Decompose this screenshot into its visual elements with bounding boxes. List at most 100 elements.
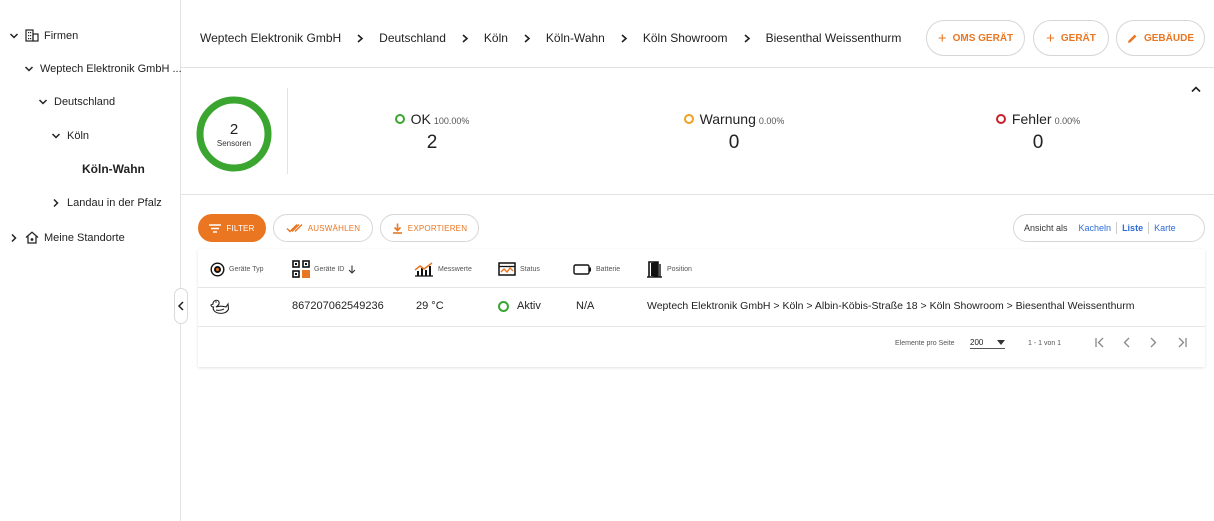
sensor-label: Sensoren [216, 138, 252, 148]
last-page-icon[interactable] [1176, 337, 1188, 348]
breadcrumb-item[interactable]: Weptech Elektronik GmbH [200, 31, 341, 45]
dropdown-arrow-icon [997, 340, 1006, 345]
sidebar-item-meine-standorte[interactable]: Meine Standorte [9, 231, 125, 244]
edit-building-label: GEBÄUDE [1143, 32, 1194, 44]
position-value: Weptech Elektronik GmbH > Köln > Albin-K… [647, 300, 1135, 312]
active-status-icon [498, 300, 509, 312]
sidebar-item-label: Köln-Wahn [82, 162, 145, 176]
device-type-icon [210, 261, 225, 277]
breadcrumb-item[interactable]: Köln [484, 31, 508, 45]
column-header-id[interactable]: Geräte ID [292, 259, 360, 279]
first-page-icon[interactable] [1094, 337, 1106, 348]
next-page-icon[interactable] [1148, 337, 1158, 348]
divider [287, 88, 288, 174]
column-header-status[interactable]: Status [498, 259, 540, 279]
sensor-count: 2 [229, 120, 239, 138]
column-header-label: Messwerte [438, 265, 472, 273]
duck-icon [210, 297, 230, 318]
sidebar-item-landau[interactable]: Landau in der Pfalz [51, 197, 162, 209]
view-option-karte[interactable]: Karte [1149, 223, 1181, 233]
select-label: AUSWÄHLEN [307, 223, 361, 233]
chevron-right-icon [620, 33, 628, 43]
download-icon [392, 223, 402, 234]
column-header-label: Status [520, 265, 540, 273]
export-button[interactable]: EXPORTIEREN [380, 214, 479, 242]
filter-label: FILTER [226, 223, 255, 233]
edit-building-button[interactable]: GEBÄUDE [1116, 20, 1205, 56]
devices-table: Geräte Typ Geräte ID Messwerte Status Ba… [198, 249, 1205, 367]
sort-arrow-down-icon[interactable] [348, 265, 356, 274]
chevron-down-icon [51, 131, 61, 141]
building-icon [25, 29, 39, 42]
breadcrumb-item[interactable]: Biesenthal Weissenthurm [766, 31, 902, 45]
header: Weptech Elektronik GmbH Deutschland Köln… [181, 0, 1214, 68]
column-header-type[interactable]: Geräte Typ [210, 259, 264, 279]
error-status-icon [995, 114, 1006, 124]
sidebar-item-koeln-wahn[interactable]: Köln-Wahn [82, 162, 145, 176]
column-header-label: Position [667, 265, 692, 273]
sidebar-item-label: Deutschland [54, 96, 116, 108]
add-oms-device-label: OMS GERÄT [952, 32, 1014, 44]
previous-page-icon[interactable] [1122, 337, 1132, 348]
breadcrumb-item[interactable]: Deutschland [379, 31, 446, 45]
status-cell: Aktiv [498, 300, 541, 312]
export-label: EXPORTIEREN [407, 223, 468, 233]
stat-ok-percent: 100.00% [433, 116, 470, 126]
stats-panel: 2 Sensoren OK 100.00% 2 Warnung 0.00% 0 … [181, 69, 1214, 195]
view-option-kacheln[interactable]: Kacheln [1074, 223, 1117, 233]
sidebar-collapse-button[interactable] [174, 288, 188, 324]
sidebar-item-deutschland[interactable]: Deutschland [38, 96, 115, 108]
chevron-down-icon [9, 31, 19, 41]
chevron-left-icon [177, 301, 184, 311]
chevron-right-icon [461, 33, 469, 43]
qr-code-icon [292, 260, 310, 278]
door-icon [647, 260, 662, 278]
battery-icon [573, 263, 591, 275]
sidebar-item-koeln[interactable]: Köln [51, 130, 89, 142]
measurement-value: 29 °C [416, 300, 444, 312]
breadcrumb-item[interactable]: Köln-Wahn [546, 31, 605, 45]
items-per-page-select[interactable]: 200 [970, 338, 1006, 349]
stat-warning-percent: 0.00% [758, 116, 785, 126]
warning-status-icon [683, 114, 694, 124]
stat-error-percent: 0.00% [1054, 116, 1081, 126]
chart-icon [414, 261, 433, 277]
chevron-right-icon [523, 33, 531, 43]
sidebar-item-label: Köln [67, 130, 90, 142]
device-id[interactable]: 867207062549236 [292, 300, 384, 312]
status-monitor-icon [498, 262, 516, 276]
view-option-liste[interactable]: Liste [1117, 223, 1148, 233]
chevron-right-icon [9, 233, 19, 243]
chevron-right-icon [743, 33, 751, 43]
stat-error: Fehler 0.00% 0 [963, 111, 1113, 154]
stat-warning-label: Warnung [699, 111, 756, 127]
column-header-battery[interactable]: Batterie [573, 259, 620, 279]
table-row[interactable]: 867207062549236 29 °C Aktiv N/A Weptech … [198, 287, 1205, 327]
column-header-values[interactable]: Messwerte [414, 259, 472, 279]
column-header-position[interactable]: Position [647, 259, 692, 279]
add-oms-device-button[interactable]: + OMS GERÄT [926, 20, 1025, 56]
status-label: Aktiv [517, 300, 541, 312]
filter-icon [209, 223, 222, 233]
chevron-right-icon [51, 198, 61, 208]
page-range: 1 - 1 von 1 [1028, 340, 1062, 347]
add-device-button[interactable]: + GERÄT [1033, 20, 1109, 56]
column-header-label: Geräte ID [314, 265, 345, 273]
battery-value: N/A [576, 300, 595, 312]
column-header-label: Batterie [596, 265, 621, 273]
stat-warning-value: 0 [728, 132, 740, 153]
breadcrumb-item[interactable]: Köln Showroom [643, 31, 728, 45]
sidebar: Firmen Weptech Elektronik GmbH ... Deuts… [0, 0, 182, 521]
stat-ok-value: 2 [426, 132, 438, 153]
sidebar-item-firmen[interactable]: Firmen [9, 29, 78, 42]
column-header-label: Geräte Typ [229, 265, 264, 273]
items-per-page-value: 200 [970, 338, 984, 347]
select-button[interactable]: AUSWÄHLEN [273, 214, 373, 242]
view-switch: Ansicht als Kacheln Liste Karte [1013, 214, 1205, 242]
stat-ok: OK 100.00% 2 [357, 111, 507, 154]
chevron-right-icon [356, 33, 364, 43]
stat-ok-label: OK [410, 111, 431, 127]
filter-button[interactable]: FILTER [198, 214, 266, 242]
sidebar-item-weptech[interactable]: Weptech Elektronik GmbH ... [24, 63, 182, 75]
chevron-up-icon[interactable] [1190, 85, 1202, 93]
